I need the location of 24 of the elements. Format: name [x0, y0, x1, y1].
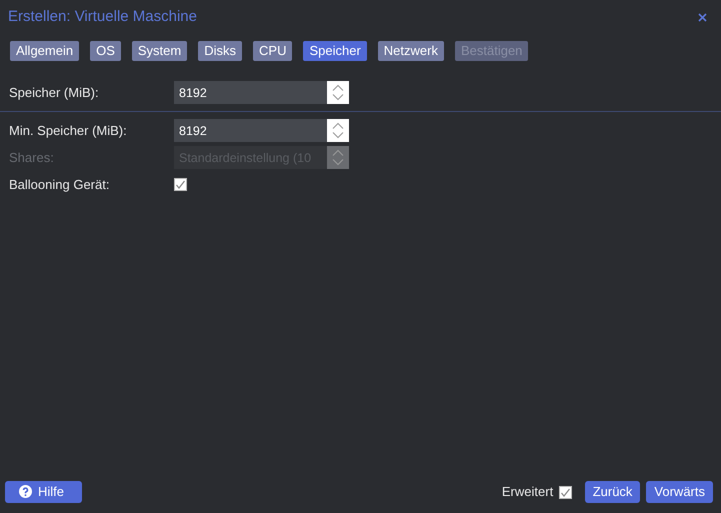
tab[interactable]: Disks — [198, 41, 242, 61]
number-field[interactable]: 8192 — [174, 81, 327, 104]
checkbox[interactable] — [174, 178, 187, 191]
field-label: Shares: — [9, 148, 55, 167]
spinner-arrows-icon[interactable] — [327, 146, 349, 169]
tab[interactable]: Allgemein — [10, 41, 80, 61]
help-button[interactable]: Hilfe — [5, 481, 82, 503]
nav-button[interactable]: Zurück — [584, 481, 640, 503]
tab[interactable]: Netzwerk — [378, 41, 444, 61]
field-label: Min. Speicher (MiB): — [9, 122, 128, 140]
tab[interactable]: OS — [90, 41, 121, 61]
tab[interactable]: System — [132, 41, 188, 61]
window-title: Erstellen: Virtuelle Maschine — [8, 7, 197, 28]
spinner-arrows-icon[interactable] — [327, 81, 349, 104]
help-icon — [19, 485, 32, 498]
nav-button[interactable]: Vorwärts — [646, 481, 713, 503]
spinner-arrows-icon[interactable] — [327, 119, 349, 142]
field-label: Ballooning Gerät: — [9, 176, 110, 194]
number-field[interactable]: 8192 — [174, 119, 327, 142]
checkbox[interactable] — [559, 486, 572, 498]
tab[interactable]: Speicher — [303, 41, 367, 61]
tab[interactable]: CPU — [253, 41, 292, 61]
advanced-label: Erweitert — [502, 483, 554, 502]
field-label: Speicher (MiB): — [9, 84, 100, 102]
